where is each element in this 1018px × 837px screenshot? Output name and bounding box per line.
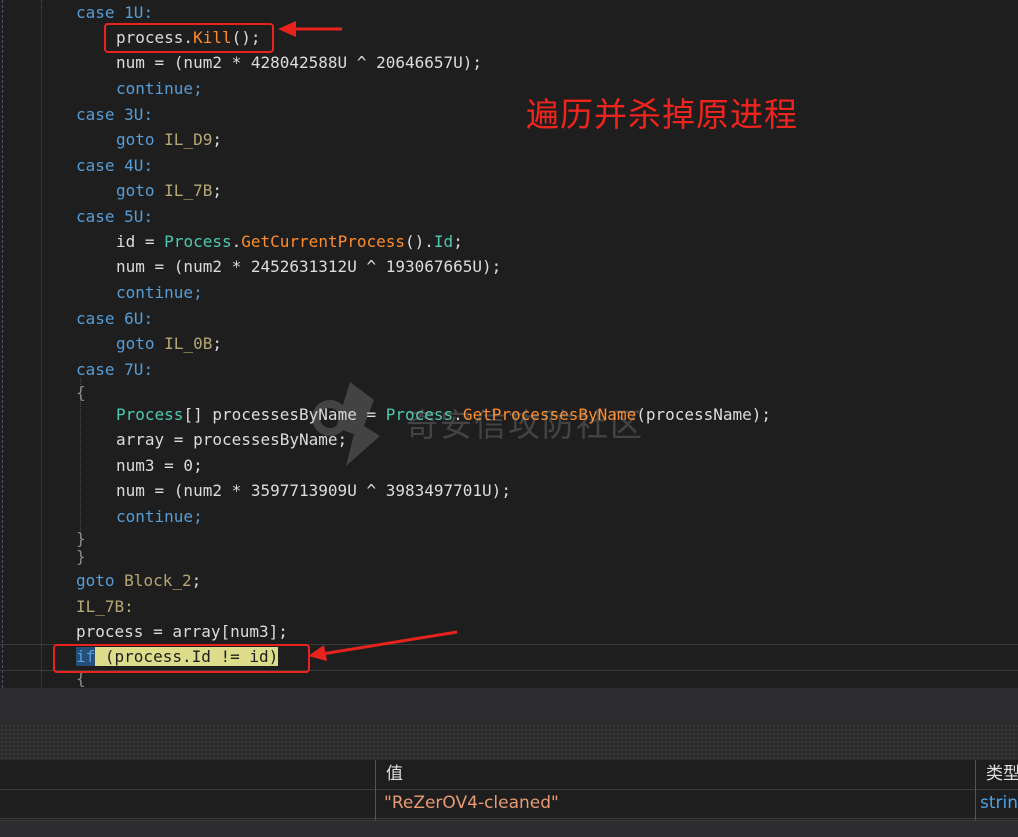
code-line[interactable]: case 3U:	[76, 102, 153, 127]
watch-window[interactable]: 值 类型 "ReZerOV4-cleaned" strin	[0, 760, 1018, 820]
code-line[interactable]: goto IL_7B;	[116, 178, 222, 203]
code-line[interactable]: id = Process.GetCurrentProcess().Id;	[116, 229, 463, 254]
arrow-to-kill	[278, 21, 342, 37]
code-line[interactable]: num = (num2 * 3597713909U ^ 3983497701U)…	[116, 478, 511, 503]
code-line[interactable]: case 5U:	[76, 204, 153, 229]
code-line[interactable]: process = array[num3];	[76, 619, 288, 644]
watermark-logo-icon	[312, 382, 380, 466]
code-line[interactable]: IL_7B:	[76, 594, 134, 619]
watch-row[interactable]: "ReZerOV4-cleaned" strin	[0, 789, 1018, 819]
column-header-value[interactable]: 值	[386, 760, 403, 789]
if-highlight-box	[53, 644, 310, 673]
code-line[interactable]: goto IL_0B;	[116, 331, 222, 356]
code-line[interactable]: case 6U:	[76, 306, 153, 331]
code-line[interactable]: goto IL_D9;	[116, 127, 222, 152]
watch-header: 值 类型	[0, 760, 1018, 790]
column-separator[interactable]	[975, 760, 976, 820]
code-line[interactable]: case 1U:	[76, 0, 153, 25]
annotation-text: 遍历并杀掉原进程	[526, 95, 798, 134]
code-line[interactable]: continue;	[116, 504, 203, 529]
code-line[interactable]: {	[76, 380, 86, 405]
code-line[interactable]: continue;	[116, 280, 203, 305]
indent-guide	[41, 0, 42, 688]
code-line[interactable]: num = (num2 * 2452631312U ^ 193067665U);	[116, 254, 501, 279]
code-line[interactable]: continue;	[116, 76, 203, 101]
code-line[interactable]: num3 = 0;	[116, 453, 203, 478]
code-line[interactable]: case 4U:	[76, 153, 153, 178]
column-separator[interactable]	[375, 760, 376, 820]
kill-highlight-box	[104, 23, 274, 53]
indent-guide	[2, 0, 3, 688]
watch-type: strin	[980, 793, 1018, 813]
panel-splitter[interactable]	[0, 688, 1018, 724]
code-line[interactable]: num = (num2 * 428042588U ^ 20646657U);	[116, 50, 482, 75]
watermark: 奇安信攻防社区	[310, 378, 644, 468]
code-line[interactable]: case 7U:	[76, 357, 153, 382]
bottom-panel-strip	[0, 820, 1018, 837]
code-editor[interactable]: case 1U: process.Kill(); num = (num2 * 4…	[0, 0, 1018, 688]
column-header-type[interactable]: 类型	[986, 760, 1018, 789]
watch-value[interactable]: "ReZerOV4-cleaned"	[384, 789, 559, 818]
code-line[interactable]: }	[76, 544, 86, 569]
watermark-text: 奇安信攻防社区	[406, 406, 645, 444]
panel-toolbar	[0, 724, 1018, 760]
code-line[interactable]: goto Block_2;	[76, 568, 201, 593]
